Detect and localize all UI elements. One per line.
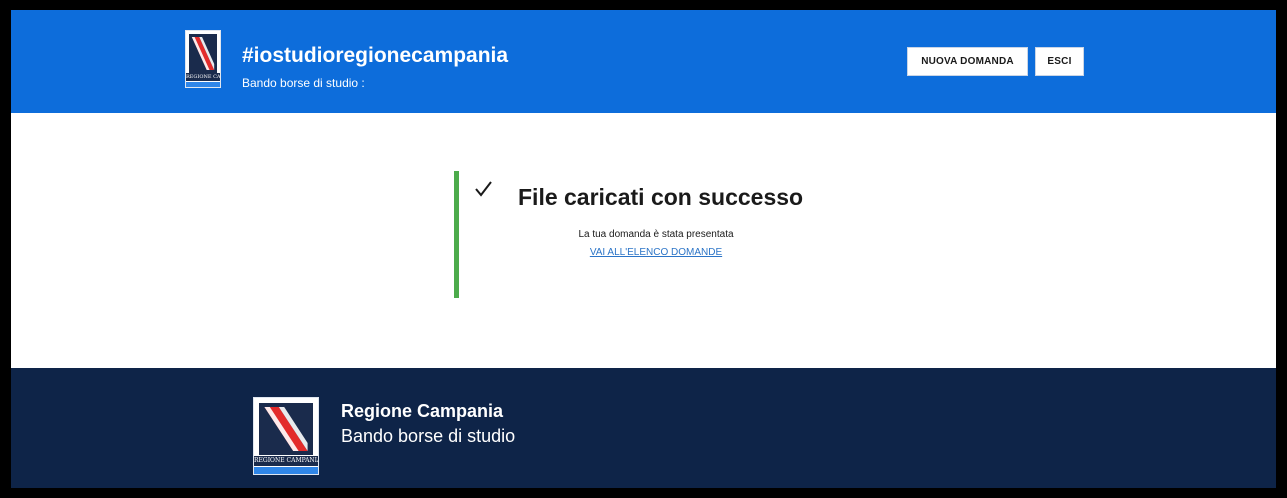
check-icon	[475, 181, 492, 197]
logo-caption: REGIONE CAMPANIA	[186, 73, 220, 81]
applications-list-link[interactable]: VAI ALL'ELENCO DOMANDE	[518, 247, 794, 258]
main-content: File caricati con successo La tua domand…	[11, 113, 1276, 368]
footer-logo[interactable]: REGIONE CAMPANIA	[253, 397, 319, 475]
new-application-button[interactable]: NUOVA DOMANDA	[907, 47, 1028, 76]
footer-logo-caption: REGIONE CAMPANIA	[254, 456, 318, 466]
site-title: #iostudioregionecampania	[242, 44, 509, 67]
page-frame: REGIONE CAMPANIA #iostudioregionecampani…	[11, 10, 1276, 488]
regione-campania-logo[interactable]: REGIONE CAMPANIA	[185, 30, 221, 88]
site-header: REGIONE CAMPANIA #iostudioregionecampani…	[11, 10, 1276, 113]
coat-of-arms-icon	[189, 34, 217, 73]
footer-logo-stripe	[254, 467, 318, 474]
success-accent-bar	[454, 171, 459, 298]
success-message: La tua domanda è stata presentata	[578, 229, 734, 240]
site-subtitle: Bando borse di studio :	[242, 76, 365, 90]
success-title: File caricati con successo	[518, 184, 804, 210]
footer-title: Regione Campania	[341, 401, 504, 421]
logo-stripe	[186, 82, 220, 87]
site-footer: REGIONE CAMPANIA Regione Campania Bando …	[11, 368, 1276, 488]
coat-of-arms-icon	[259, 403, 313, 455]
exit-button[interactable]: ESCI	[1035, 47, 1084, 76]
footer-subtitle: Bando borse di studio	[341, 426, 516, 446]
